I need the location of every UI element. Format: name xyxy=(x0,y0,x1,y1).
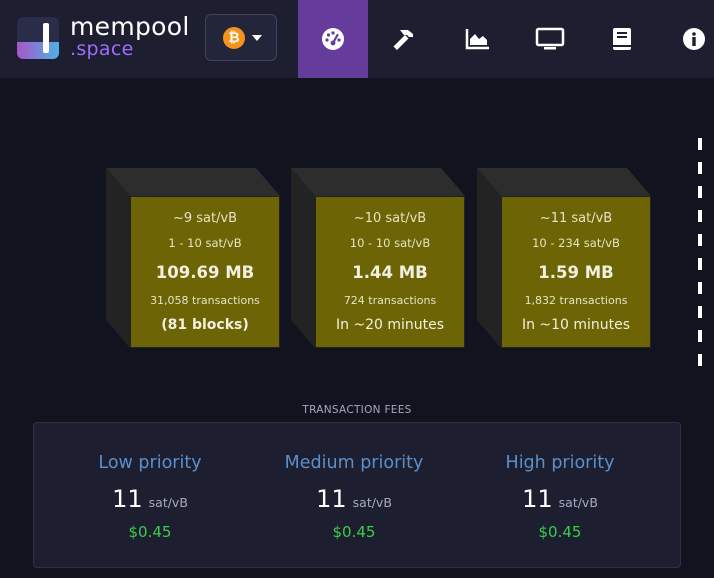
fee-unit: sat/vB xyxy=(352,495,392,510)
mempool-logo-icon[interactable] xyxy=(17,17,59,59)
nav-graphs[interactable] xyxy=(443,0,513,78)
block-size: 109.69 MB xyxy=(155,263,255,282)
nav-docs[interactable] xyxy=(587,0,657,78)
block-median-fee: ~10 sat/vB xyxy=(353,211,427,226)
area-chart-icon xyxy=(465,29,489,50)
mempool-block[interactable]: ~9 sat/vB 1 - 10 sat/vB 109.69 MB 31,058… xyxy=(106,168,280,348)
block-eta: (81 blocks) xyxy=(161,317,249,333)
network-selector-dropdown[interactable]: ₿ xyxy=(205,14,277,61)
fee-usd: $0.45 xyxy=(128,523,172,541)
block-fee-range: 1 - 10 sat/vB xyxy=(168,236,242,250)
block-tx-count: 31,058 transactions xyxy=(150,294,260,307)
fees-section-title: TRANSACTION FEES xyxy=(302,404,412,416)
fee-label: High priority xyxy=(505,453,615,473)
nav-mining[interactable] xyxy=(370,0,440,78)
fee-usd: $0.45 xyxy=(538,523,582,541)
block-fee-range: 10 - 234 sat/vB xyxy=(532,236,620,250)
fee-high-priority: High priority 11 sat/vB $0.45 xyxy=(452,423,668,541)
book-icon xyxy=(613,28,631,50)
mempool-block[interactable]: ~11 sat/vB 10 - 234 sat/vB 1.59 MB 1,832… xyxy=(477,168,651,348)
fee-medium-priority: Medium priority 11 sat/vB $0.45 xyxy=(246,423,462,541)
chevron-down-icon xyxy=(252,35,262,41)
info-icon xyxy=(683,28,705,50)
nav-about[interactable] xyxy=(659,0,714,78)
fee-label: Low priority xyxy=(98,453,202,473)
block-size: 1.59 MB xyxy=(538,263,614,282)
hammer-icon xyxy=(393,30,413,50)
mempool-blockchain-divider xyxy=(698,138,702,378)
top-navbar: mempool .space ₿ xyxy=(0,0,714,78)
fees-panel: Low priority 11 sat/vB $0.45 Medium prior… xyxy=(33,422,681,568)
block-size: 1.44 MB xyxy=(352,263,428,282)
brand-domain[interactable]: .space xyxy=(70,38,134,60)
block-eta: In ~20 minutes xyxy=(335,317,445,333)
dashboard-gauge-icon xyxy=(322,28,344,50)
fee-rate: 11 xyxy=(112,485,143,513)
fee-unit: sat/vB xyxy=(558,495,598,510)
block-median-fee: ~9 sat/vB xyxy=(172,211,238,226)
monitor-icon xyxy=(535,27,565,50)
nav-tv-view[interactable] xyxy=(515,0,585,78)
block-tx-count: 724 transactions xyxy=(343,294,437,307)
block-eta: In ~10 minutes xyxy=(521,317,631,333)
bitcoin-icon: ₿ xyxy=(223,27,245,49)
fee-label: Medium priority xyxy=(284,453,424,473)
block-fee-range: 10 - 10 sat/vB xyxy=(349,236,431,250)
fee-rate: 11 xyxy=(316,485,347,513)
fee-low-priority: Low priority 11 sat/vB $0.45 xyxy=(42,423,258,541)
block-tx-count: 1,832 transactions xyxy=(524,294,628,307)
block-median-fee: ~11 sat/vB xyxy=(539,211,613,226)
mempool-block[interactable]: ~10 sat/vB 10 - 10 sat/vB 1.44 MB 724 tr… xyxy=(291,168,465,348)
fee-rate: 11 xyxy=(522,485,553,513)
fee-usd: $0.45 xyxy=(332,523,376,541)
fee-unit: sat/vB xyxy=(148,495,188,510)
nav-dashboard[interactable] xyxy=(298,0,368,78)
